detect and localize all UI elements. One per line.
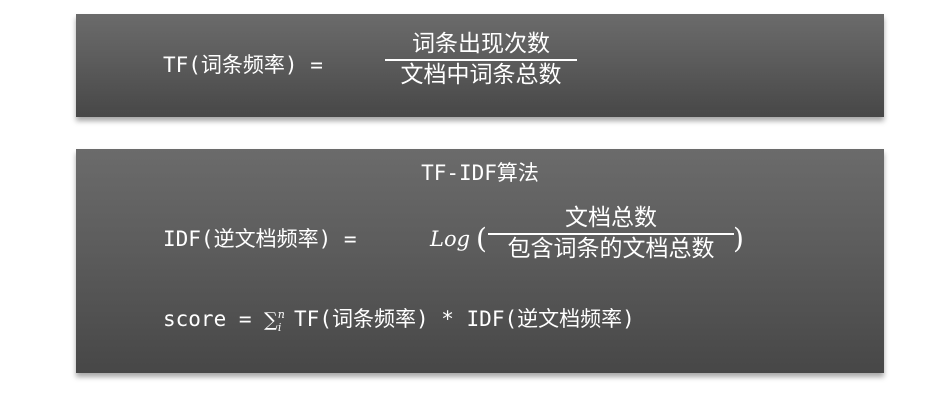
- tfidf-title: TF-IDF算法: [421, 161, 539, 185]
- score-rhs: TF(词条频率) * IDF(逆文档频率): [294, 307, 635, 331]
- sum-lower-limit: i: [277, 321, 282, 334]
- tf-numerator: 词条出现次数: [412, 31, 550, 57]
- idf-fraction: 文档总数 包含词条的文档总数: [488, 207, 734, 261]
- score-formula: score = ∑ni TF(词条频率) * IDF(逆文档频率): [163, 307, 635, 334]
- idf-denominator: 包含词条的文档总数: [507, 236, 715, 262]
- tf-fraction: 词条出现次数 文档中词条总数: [385, 33, 577, 87]
- idf-numerator: 文档总数: [565, 205, 657, 231]
- idf-close-paren: ): [733, 222, 744, 255]
- idf-open-paren: (: [476, 222, 487, 255]
- sum-upper-limit: n: [277, 308, 285, 321]
- score-lhs: score =: [163, 307, 252, 331]
- sum-symbol: ∑: [264, 309, 278, 331]
- idf-log: Log: [430, 227, 471, 251]
- tf-lhs: TF(词条频率) =: [163, 53, 323, 77]
- tfidf-formula-panel: TF-IDF算法 IDF(逆文档频率) = Log ( 文档总数 包含词条的文档…: [76, 149, 884, 373]
- idf-lhs: IDF(逆文档频率) =: [163, 227, 357, 251]
- tf-formula-panel: TF(词条频率) = 词条出现次数 文档中词条总数: [76, 14, 884, 117]
- tf-denominator: 文档中词条总数: [400, 62, 562, 88]
